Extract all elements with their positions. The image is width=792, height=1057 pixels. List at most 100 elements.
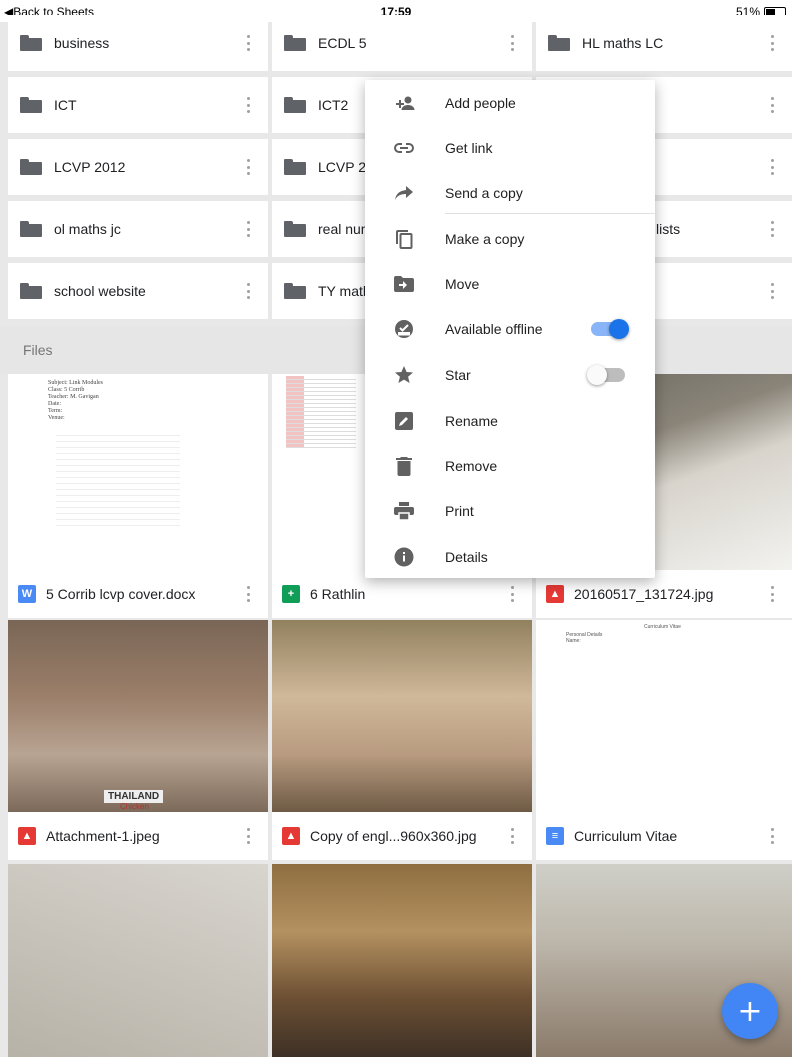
folder-label: HL maths LC <box>582 35 664 51</box>
file-footer: W 5 Corrib lcvp cover.docx <box>8 570 268 618</box>
more-options-icon[interactable] <box>770 828 774 844</box>
file-thumbnail[interactable] <box>272 864 532 1057</box>
menu-item-label: Add people <box>445 94 516 111</box>
docs-icon: ≡ <box>546 827 564 845</box>
more-options-icon[interactable] <box>770 35 774 51</box>
folder-card[interactable]: business <box>8 15 268 71</box>
file-thumbnail <box>272 620 532 812</box>
menu-item-label: Available offline <box>445 320 543 337</box>
more-options-icon[interactable] <box>510 35 514 51</box>
folder-icon <box>20 221 42 237</box>
menu-item-make-a-copy[interactable]: Make a copy <box>365 216 655 261</box>
folder-card[interactable]: LCVP 2012 <box>8 139 268 195</box>
menu-item-move[interactable]: Move <box>365 261 655 306</box>
more-options-icon[interactable] <box>246 159 250 175</box>
link-icon <box>393 137 415 159</box>
folder-card[interactable]: school website <box>8 263 268 319</box>
file-tile[interactable]: Subject: Link Modules Class: 5 Corrib Te… <box>8 374 268 618</box>
menu-item-details[interactable]: Details <box>365 534 655 579</box>
folder-icon <box>284 221 306 237</box>
copy-icon <box>393 228 415 250</box>
more-options-icon[interactable] <box>246 283 250 299</box>
more-options-icon[interactable] <box>246 828 250 844</box>
folder-icon <box>20 283 42 299</box>
folder-label: lists <box>656 221 681 237</box>
file-tile[interactable]: THAILAND Chicken ▲ Attachment-1.jpeg <box>8 620 268 860</box>
folder-card[interactable]: HL maths LC <box>536 15 792 71</box>
folder-icon <box>20 35 42 51</box>
menu-item-label: Make a copy <box>445 230 525 247</box>
image-file-icon: ▲ <box>18 827 36 845</box>
menu-item-print[interactable]: Print <box>365 488 655 533</box>
menu-item-label: Move <box>445 275 480 292</box>
sheets-icon: + <box>282 585 300 603</box>
folder-label: business <box>54 35 110 51</box>
more-options-icon[interactable] <box>246 221 250 237</box>
more-options-icon[interactable] <box>770 159 774 175</box>
menu-item-available-offline[interactable]: Available offline <box>365 306 655 351</box>
menu-item-label: Get link <box>445 139 493 156</box>
menu-item-label: Details <box>445 548 488 565</box>
menu-item-label: Rename <box>445 412 498 429</box>
star-toggle[interactable] <box>587 364 625 385</box>
file-label: 20160517_131724.jpg <box>574 586 714 602</box>
document-preview: Subject: Link Modules Class: 5 Corrib Te… <box>48 378 188 568</box>
more-options-icon[interactable] <box>510 828 514 844</box>
doc-preview-text: Subject: Link Modules Class: 5 Corrib Te… <box>48 380 103 421</box>
file-label: 5 Corrib lcvp cover.docx <box>46 586 196 602</box>
cv-preview-text: Personal Details Name: <box>566 632 603 644</box>
file-footer: ≡ Curriculum Vitae <box>536 812 792 860</box>
folder-icon <box>284 35 306 51</box>
folder-label: ICT <box>54 97 77 113</box>
menu-item-add-people[interactable]: Add people <box>365 80 655 125</box>
more-options-icon[interactable] <box>770 586 774 602</box>
file-tile[interactable]: ▲ Copy of engl...960x360.jpg <box>272 620 532 860</box>
folder-icon <box>284 97 306 113</box>
folder-label: ICT2 <box>318 97 349 113</box>
file-label: Attachment-1.jpeg <box>46 828 160 844</box>
file-tile[interactable]: Curriculum Vitae Personal Details Name: … <box>536 620 792 860</box>
star-icon <box>393 364 415 386</box>
folder-icon <box>20 97 42 113</box>
menu-item-star[interactable]: Star <box>365 352 655 397</box>
folder-label: ol maths jc <box>54 221 121 237</box>
file-thumbnail: Curriculum Vitae Personal Details Name: <box>536 620 792 812</box>
menu-item-label: Send a copy <box>445 184 523 201</box>
share-arrow-icon <box>393 182 415 204</box>
image-file-icon: ▲ <box>282 827 300 845</box>
menu-divider <box>445 213 655 214</box>
print-icon <box>393 500 415 522</box>
cv-preview-title: Curriculum Vitae <box>644 624 681 630</box>
file-thumbnail[interactable] <box>8 864 268 1057</box>
more-options-icon[interactable] <box>510 586 514 602</box>
menu-item-send-a-copy[interactable]: Send a copy <box>365 170 655 215</box>
menu-item-label: Star <box>445 366 471 383</box>
folder-card[interactable]: ICT <box>8 77 268 133</box>
file-thumbnail: THAILAND Chicken <box>8 620 268 812</box>
offline-check-icon <box>393 318 415 340</box>
more-options-icon[interactable] <box>246 586 250 602</box>
info-icon <box>393 546 415 568</box>
offline-toggle[interactable] <box>591 318 629 339</box>
files-section-label: Files <box>23 342 53 358</box>
menu-item-remove[interactable]: Remove <box>365 443 655 488</box>
folder-label: school website <box>54 283 146 299</box>
add-person-icon <box>393 92 415 114</box>
more-options-icon[interactable] <box>246 35 250 51</box>
more-options-icon[interactable] <box>246 97 250 113</box>
spreadsheet-preview <box>286 376 356 466</box>
menu-item-rename[interactable]: Rename <box>365 398 655 443</box>
folder-label: LCVP 2012 <box>54 159 126 175</box>
menu-item-get-link[interactable]: Get link <box>365 125 655 170</box>
folder-label: TY math <box>318 283 371 299</box>
menu-item-label: Print <box>445 502 474 519</box>
more-options-icon[interactable] <box>770 221 774 237</box>
folder-icon <box>20 159 42 175</box>
new-item-fab[interactable]: + <box>722 983 778 1039</box>
folder-card[interactable]: ol maths jc <box>8 201 268 257</box>
file-footer: ▲ Attachment-1.jpeg <box>8 812 268 860</box>
folder-card[interactable]: ECDL 5 <box>272 15 532 71</box>
menu-item-label: Remove <box>445 457 498 474</box>
more-options-icon[interactable] <box>770 283 774 299</box>
more-options-icon[interactable] <box>770 97 774 113</box>
